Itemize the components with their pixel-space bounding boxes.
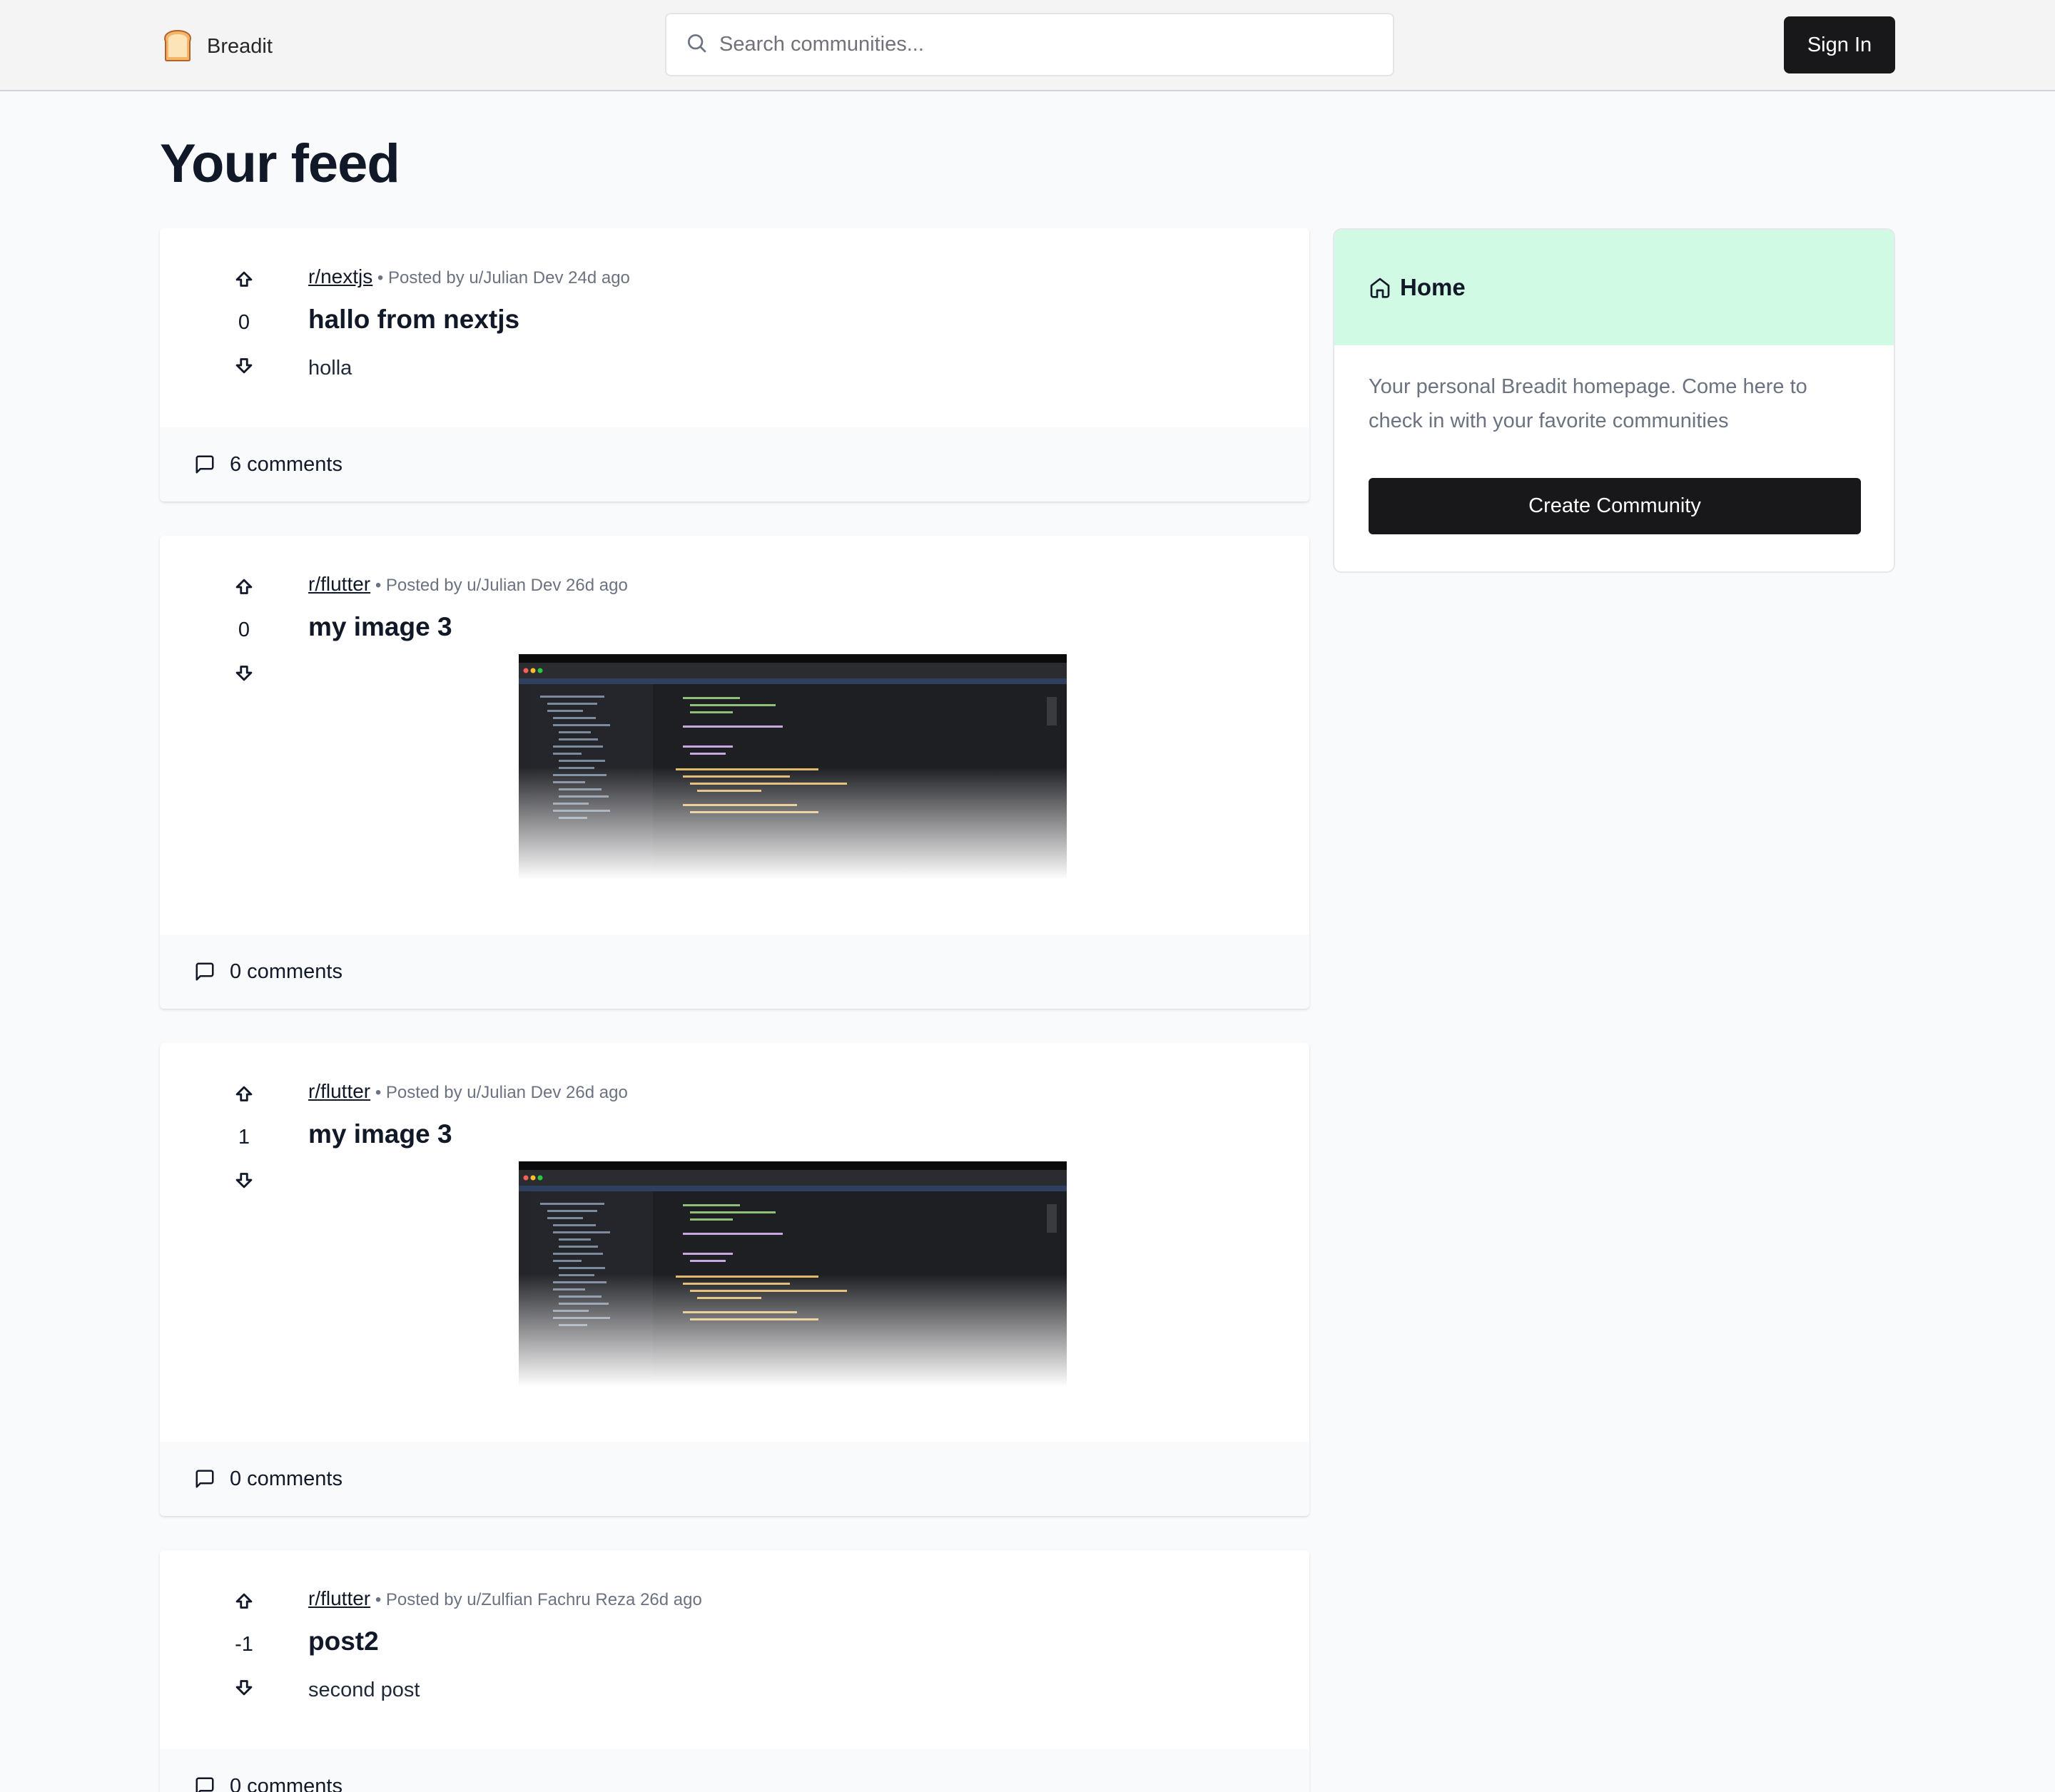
- arrow-big-down-icon: [235, 1173, 253, 1188]
- post-meta: r/nextjs • Posted by u/Julian Dev 24d ag…: [308, 263, 1275, 291]
- page-title: Your feed: [160, 133, 400, 194]
- post-image: [519, 1161, 1067, 1387]
- message-square-icon: [196, 1470, 214, 1488]
- home-sidebar-card: Home Your personal Breadit homepage. Com…: [1333, 228, 1895, 573]
- post-meta: r/flutter • Posted by u/Zulfian Fachru R…: [308, 1584, 1275, 1613]
- sign-in-button[interactable]: Sign In: [1784, 16, 1895, 73]
- meta-separator: •: [375, 1590, 386, 1609]
- upvote-button[interactable]: [227, 570, 261, 604]
- arrow-big-up-icon: [235, 579, 253, 594]
- vote-controls: 1: [210, 1077, 278, 1197]
- post-content: holla: [308, 357, 352, 380]
- subreddit-link[interactable]: r/flutter: [308, 1080, 370, 1102]
- comments-count: 0 comments: [230, 959, 342, 983]
- meta-separator: •: [377, 268, 388, 287]
- vote-count: -1: [235, 1633, 253, 1656]
- post-title[interactable]: hallo from nextjs: [308, 302, 1275, 337]
- post-author-time: Posted by u/Julian Dev 26d ago: [385, 576, 628, 595]
- arrow-big-up-icon: [235, 1086, 253, 1101]
- vote-count: 0: [238, 618, 250, 641]
- subreddit-link[interactable]: r/flutter: [308, 1587, 370, 1609]
- post-card: -1 r/flutter • Posted by u/Zulfian Fachr…: [160, 1550, 1309, 1792]
- post-meta: r/flutter • Posted by u/Julian Dev 26d a…: [308, 1077, 1275, 1106]
- message-square-icon: [196, 1777, 214, 1792]
- arrow-big-up-icon: [235, 1593, 253, 1609]
- downvote-button[interactable]: [227, 1670, 261, 1704]
- comments-count: 0 comments: [230, 1467, 342, 1490]
- vote-controls: 0: [210, 570, 278, 690]
- comments-link[interactable]: 0 comments: [160, 1442, 1309, 1516]
- post-card: 0 r/nextjs • Posted by u/Julian Dev 24d …: [160, 228, 1309, 502]
- comments-count: 0 comments: [230, 1774, 342, 1792]
- downvote-button[interactable]: [227, 1163, 261, 1197]
- sidebar-description: Your personal Breadit homepage. Come her…: [1369, 375, 1807, 432]
- arrow-big-up-icon: [235, 271, 253, 287]
- vote-controls: 0: [210, 263, 278, 382]
- post-author-time: Posted by u/Zulfian Fachru Reza 26d ago: [385, 1590, 702, 1609]
- post-body: 0 r/nextjs • Posted by u/Julian Dev 24d …: [160, 228, 1309, 427]
- message-square-icon: [196, 455, 214, 474]
- post-title[interactable]: post2: [308, 1624, 1275, 1659]
- post-body: 1 r/flutter • Posted by u/Julian Dev 26d…: [160, 1043, 1309, 1442]
- sidebar-header: Home: [1334, 230, 1894, 345]
- navbar: Breadit Sign In: [0, 0, 2055, 91]
- post-card: 1 r/flutter • Posted by u/Julian Dev 26d…: [160, 1043, 1309, 1516]
- brand-link[interactable]: Breadit: [160, 27, 273, 66]
- post-body: 0 r/flutter • Posted by u/Julian Dev 26d…: [160, 536, 1309, 935]
- upvote-button[interactable]: [227, 1077, 261, 1111]
- subreddit-link[interactable]: r/flutter: [308, 573, 370, 595]
- sidebar-title: Home: [1400, 274, 1466, 300]
- post-card: 0 r/flutter • Posted by u/Julian Dev 26d…: [160, 536, 1309, 1009]
- downvote-button[interactable]: [227, 348, 261, 382]
- vote-controls: -1: [210, 1584, 278, 1704]
- meta-separator: •: [375, 576, 386, 595]
- feed: 0 r/nextjs • Posted by u/Julian Dev 24d …: [160, 228, 1309, 1792]
- comments-link[interactable]: 6 comments: [160, 427, 1309, 502]
- arrow-big-down-icon: [235, 1680, 253, 1696]
- post-title[interactable]: my image 3: [308, 610, 1275, 644]
- downvote-button[interactable]: [227, 656, 261, 690]
- post-author-time: Posted by u/Julian Dev 24d ago: [388, 268, 630, 287]
- home-icon: [1370, 278, 1390, 298]
- bread-icon: [160, 27, 196, 66]
- post-meta: r/flutter • Posted by u/Julian Dev 26d a…: [308, 570, 1275, 599]
- meta-separator: •: [375, 1083, 386, 1102]
- arrow-big-down-icon: [235, 666, 253, 681]
- comments-link[interactable]: 0 comments: [160, 1749, 1309, 1792]
- brand-name: Breadit: [207, 35, 273, 58]
- post-body: -1 r/flutter • Posted by u/Zulfian Fachr…: [160, 1550, 1309, 1749]
- arrow-big-down-icon: [235, 358, 253, 374]
- search-icon: [685, 31, 708, 58]
- subreddit-link[interactable]: r/nextjs: [308, 265, 372, 287]
- message-square-icon: [196, 962, 214, 981]
- vote-count: 0: [238, 311, 250, 334]
- create-community-button[interactable]: Create Community: [1369, 478, 1861, 534]
- comments-link[interactable]: 0 comments: [160, 935, 1309, 1009]
- upvote-button[interactable]: [227, 1584, 261, 1619]
- post-title[interactable]: my image 3: [308, 1117, 1275, 1151]
- post-image: [519, 654, 1067, 880]
- upvote-button[interactable]: [227, 263, 261, 297]
- search-input[interactable]: [719, 33, 1361, 56]
- post-author-time: Posted by u/Julian Dev 26d ago: [385, 1083, 628, 1102]
- post-content: second post: [308, 1679, 420, 1701]
- vote-count: 1: [238, 1126, 250, 1149]
- search-bar[interactable]: [665, 13, 1394, 76]
- comments-count: 6 comments: [230, 452, 342, 476]
